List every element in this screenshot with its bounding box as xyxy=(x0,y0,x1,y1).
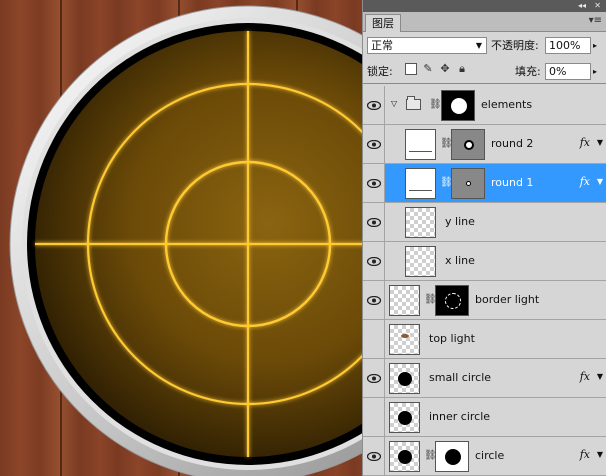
visibility-eye-icon[interactable] xyxy=(363,164,385,202)
layer-circle[interactable]: ⛓ circle fx ▼ xyxy=(363,437,606,476)
expand-effects-icon[interactable]: ▼ xyxy=(597,138,603,147)
chevron-down-icon[interactable]: ▽ xyxy=(391,99,397,108)
layer-small-circle[interactable]: small circle fx ▼ xyxy=(363,359,606,398)
layers-list: ▽ ⛓ elements ⛓ round 2 fx ▼ ⛓ round 1 fx… xyxy=(363,86,606,476)
layer-mask-thumbnail[interactable] xyxy=(451,129,485,160)
fill-input[interactable]: 0% xyxy=(545,63,591,80)
panel-menu-icon[interactable]: ▾≡ xyxy=(589,15,602,26)
expand-effects-icon[interactable]: ▼ xyxy=(597,177,603,186)
layer-inner-circle[interactable]: inner circle xyxy=(363,398,606,437)
panel-tab-row: 图层 ▾≡ xyxy=(363,12,606,32)
layer-thumbnail[interactable] xyxy=(405,168,436,199)
layer-y-line[interactable]: y line xyxy=(363,203,606,242)
layer-name: small circle xyxy=(429,371,492,384)
visibility-eye-toggle[interactable] xyxy=(363,398,385,436)
opacity-dropdown-icon[interactable]: ▸ xyxy=(593,37,597,54)
layer-x-line[interactable]: x line xyxy=(363,242,606,281)
layer-name: circle xyxy=(475,449,505,462)
layer-thumbnail[interactable] xyxy=(405,129,436,160)
layer-effects-icon[interactable]: fx xyxy=(580,448,590,461)
lock-fill-row: 锁定: ✎ ✥ 🔒︎ 填充: 0% ▸ xyxy=(363,58,606,84)
lock-label: 锁定: xyxy=(367,65,393,78)
fill-dropdown-icon[interactable]: ▸ xyxy=(593,63,597,80)
lock-transparent-icon[interactable] xyxy=(405,63,417,75)
layer-thumbnail[interactable] xyxy=(405,207,436,238)
layer-name: y line xyxy=(445,215,475,228)
visibility-eye-icon[interactable] xyxy=(363,359,385,397)
layer-round-2[interactable]: ⛓ round 2 fx ▼ xyxy=(363,125,606,164)
visibility-eye-icon[interactable] xyxy=(363,86,385,124)
layer-name: top light xyxy=(429,332,475,345)
link-icon[interactable]: ⛓ xyxy=(440,177,453,189)
layer-thumbnail[interactable] xyxy=(405,246,436,277)
visibility-eye-icon[interactable] xyxy=(363,125,385,163)
fill-label: 填充: xyxy=(515,65,541,78)
link-icon[interactable]: ⛓ xyxy=(424,294,437,306)
visibility-eye-icon[interactable] xyxy=(363,281,385,319)
layer-name: round 1 xyxy=(491,176,534,189)
visibility-eye-toggle[interactable] xyxy=(363,320,385,358)
layer-thumbnail[interactable] xyxy=(389,441,420,472)
layer-thumbnail[interactable] xyxy=(389,324,420,355)
layer-effects-icon[interactable]: fx xyxy=(580,370,590,383)
blend-opacity-row: 正常 ▼ 不透明度: 100% ▸ xyxy=(363,32,606,58)
link-icon[interactable]: ⛓ xyxy=(429,99,442,111)
blend-mode-value: 正常 xyxy=(371,39,393,52)
layer-thumbnail[interactable] xyxy=(389,285,420,316)
layers-panel: ◂◂ ✕ 图层 ▾≡ 正常 ▼ 不透明度: 100% ▸ 锁定: ✎ ✥ 🔒︎ … xyxy=(362,0,606,476)
layer-name: x line xyxy=(445,254,475,267)
layer-mask-thumbnail[interactable] xyxy=(451,168,485,199)
layer-mask-thumbnail[interactable] xyxy=(441,90,475,121)
lock-all-icon[interactable]: 🔒︎ xyxy=(456,63,468,75)
opacity-input[interactable]: 100% xyxy=(545,37,591,54)
layer-mask-thumbnail[interactable] xyxy=(435,285,469,316)
visibility-eye-icon[interactable] xyxy=(363,242,385,280)
radar-artwork xyxy=(9,5,362,476)
layer-mask-thumbnail[interactable] xyxy=(435,441,469,472)
lock-move-icon[interactable]: ✥ xyxy=(439,63,451,75)
layer-border-light[interactable]: ⛓ border light xyxy=(363,281,606,320)
layer-thumbnail[interactable] xyxy=(389,402,420,433)
layer-elements[interactable]: ▽ ⛓ elements xyxy=(363,86,606,125)
layer-round-1[interactable]: ⛓ round 1 fx ▼ xyxy=(363,164,606,203)
document-canvas[interactable] xyxy=(0,0,362,476)
layer-top-light[interactable]: top light xyxy=(363,320,606,359)
expand-effects-icon[interactable]: ▼ xyxy=(597,450,603,459)
visibility-eye-icon[interactable] xyxy=(363,203,385,241)
folder-icon xyxy=(406,96,421,110)
layer-name: inner circle xyxy=(429,410,491,423)
chevron-down-icon: ▼ xyxy=(475,41,482,50)
link-icon[interactable]: ⛓ xyxy=(440,138,453,150)
layer-name: border light xyxy=(475,293,540,306)
collapse-panel-button[interactable]: ◂◂ xyxy=(578,0,586,12)
blend-mode-select[interactable]: 正常 ▼ xyxy=(367,37,487,54)
link-icon[interactable]: ⛓ xyxy=(424,450,437,462)
layer-effects-icon[interactable]: fx xyxy=(580,136,590,149)
layer-effects-icon[interactable]: fx xyxy=(580,175,590,188)
layer-name: round 2 xyxy=(491,137,534,150)
visibility-eye-icon[interactable] xyxy=(363,437,385,475)
panel-title-bar: ◂◂ ✕ xyxy=(363,0,606,12)
opacity-label: 不透明度: xyxy=(491,39,539,52)
close-panel-button[interactable]: ✕ xyxy=(594,0,601,12)
expand-effects-icon[interactable]: ▼ xyxy=(597,372,603,381)
tab-layers[interactable]: 图层 xyxy=(365,14,401,32)
lock-paint-brush-icon[interactable]: ✎ xyxy=(422,63,434,75)
layer-name: elements xyxy=(481,98,533,111)
layer-thumbnail[interactable] xyxy=(389,363,420,394)
